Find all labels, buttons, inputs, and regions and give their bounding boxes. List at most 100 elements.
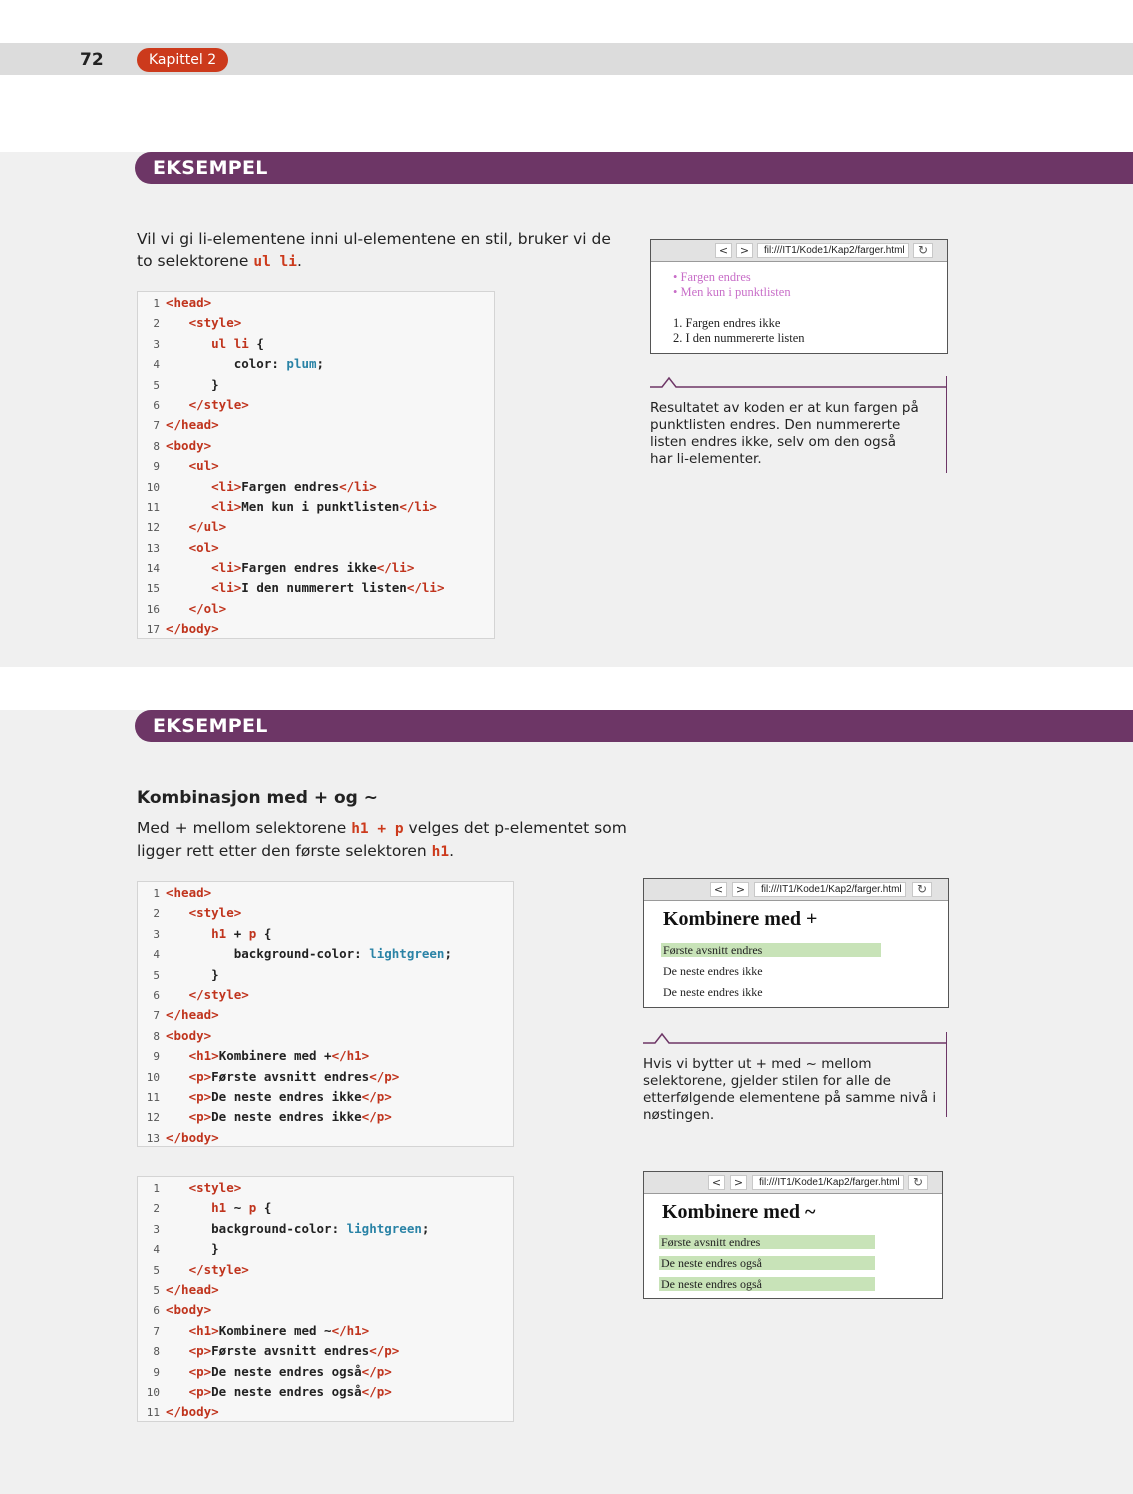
code-line: 1 <head> [138, 883, 513, 903]
line-number: 12 [146, 521, 160, 535]
preview-paragraph: De neste endres også [659, 1256, 875, 1270]
line-number: 4 [153, 948, 160, 962]
line-number: 7 [153, 419, 160, 433]
line-number: 11 [146, 1090, 160, 1104]
code-line: 3 background-color: lightgreen; [138, 1219, 513, 1239]
forward-arrow-icon[interactable]: > [736, 243, 753, 258]
line-number: 8 [153, 1345, 160, 1359]
code-line: 4 } [138, 1239, 513, 1259]
section-heading: Kombinasjon med + og ~ [137, 788, 378, 808]
note-text: Hvis vi bytter ut + med ~ mellom selekto… [643, 1056, 937, 1123]
browser-preview-3: < > fil:///IT1/Kode1/Kap2/farger.html ↻ … [643, 1171, 943, 1299]
list-item: • Men kun i punktlisten [673, 285, 791, 299]
url-field[interactable]: fil:///IT1/Kode1/Kap2/farger.html [752, 1175, 904, 1190]
code-line: 2 h1 ~ p { [138, 1198, 513, 1218]
code-line: 10 <p>De neste endres også</p> [138, 1382, 513, 1402]
back-arrow-icon[interactable]: < [715, 243, 732, 258]
code-line: 12 </ul> [138, 517, 494, 537]
line-number: 2 [153, 907, 160, 921]
line-number: 1 [153, 297, 160, 310]
code-block-plus-selector: 1 <head> 2 <style> 3 h1 + p {4 background-c… [137, 881, 514, 1147]
example2-intro: Med + mellom selektorene h1 + p velges d… [137, 819, 627, 860]
code-line: 2 <style> [138, 313, 494, 333]
back-arrow-icon[interactable]: < [710, 882, 727, 897]
example-banner-label: EKSEMPEL [153, 157, 268, 179]
code-line: 1 <style> [138, 1178, 513, 1198]
line-number: 1 [153, 887, 160, 900]
line-number: 13 [146, 1131, 160, 1145]
preview-paragraph: Første avsnitt endres [659, 1235, 875, 1249]
code-line: 1 <head> [138, 293, 494, 313]
line-number: 9 [153, 1050, 160, 1064]
line-number: 5 [153, 1283, 160, 1297]
code-line: 9 <h1>Kombinere med +</h1> [138, 1046, 513, 1066]
code-line: 11 <p>De neste endres ikke</p> [138, 1087, 513, 1107]
code-line: 5 </style> [138, 1260, 513, 1280]
line-number: 9 [153, 1365, 160, 1379]
note-callout-line [643, 1032, 947, 1044]
list-item: 1. Fargen endres ikke [673, 316, 781, 330]
code-line: 17 </body> [138, 619, 494, 639]
code-line: 10 <p>Første avsnitt endres</p> [138, 1067, 513, 1087]
line-number: 3 [153, 337, 160, 351]
code-line: 13 </body> [138, 1128, 513, 1148]
example-panel-1: EKSEMPEL Vil vi gi li-elementene inni ul… [0, 152, 1133, 667]
reload-icon[interactable]: ↻ [913, 243, 933, 258]
line-number: 7 [153, 1324, 160, 1338]
url-field[interactable]: fil:///IT1/Kode1/Kap2/farger.html [754, 882, 906, 897]
url-field[interactable]: fil:///IT1/Kode1/Kap2/farger.html [757, 243, 909, 258]
line-number: 11 [146, 500, 160, 514]
code-line: 8 <body> [138, 1026, 513, 1046]
browser-toolbar: < > fil:///IT1/Kode1/Kap2/farger.html ↻ [644, 879, 948, 901]
code-line: 10 <li>Fargen endres</li> [138, 477, 494, 497]
preview-paragraph: Første avsnitt endres [661, 943, 881, 957]
browser-preview-2: < > fil:///IT1/Kode1/Kap2/farger.html ↻ … [643, 878, 949, 1008]
back-arrow-icon[interactable]: < [708, 1175, 725, 1190]
list-item: 2. I den nummererte listen [673, 331, 805, 345]
line-number: 17 [146, 623, 160, 637]
reload-icon[interactable]: ↻ [912, 882, 932, 897]
line-number: 5 [153, 378, 160, 392]
line-number: 15 [146, 582, 160, 596]
code-line: 4 color: plum; [138, 354, 494, 374]
preview-paragraph: De neste endres også [659, 1277, 875, 1291]
line-number: 6 [153, 988, 160, 1002]
preview-paragraph: De neste endres ikke [663, 985, 763, 999]
forward-arrow-icon[interactable]: > [732, 882, 749, 897]
code-line: 5 </head> [138, 1280, 513, 1300]
line-number: 3 [153, 927, 160, 941]
browser-toolbar: < > fil:///IT1/Kode1/Kap2/farger.html ↻ [644, 1172, 942, 1194]
line-number: 10 [146, 1070, 160, 1084]
line-number: 5 [153, 968, 160, 982]
line-number: 6 [153, 398, 160, 412]
code-line: 6 </style> [138, 985, 513, 1005]
code-line: 11 </body> [138, 1402, 513, 1422]
code-line: 6 </style> [138, 395, 494, 415]
line-number: 10 [146, 1385, 160, 1399]
example-banner-label: EKSEMPEL [153, 715, 268, 737]
line-number: 5 [153, 1263, 160, 1277]
forward-arrow-icon[interactable]: > [730, 1175, 747, 1190]
line-number: 6 [153, 1304, 160, 1318]
line-number: 11 [146, 1406, 160, 1420]
code-line: 2 <style> [138, 903, 513, 923]
code-line: 11 <li>Men kun i punktlisten</li> [138, 497, 494, 517]
code-line: 14 <li>Fargen endres ikke</li> [138, 558, 494, 578]
reload-icon[interactable]: ↻ [908, 1175, 928, 1190]
explanation-note-1: Resultatet av koden er at kun fargen på … [650, 376, 947, 473]
line-number: 7 [153, 1009, 160, 1023]
line-number: 2 [153, 317, 160, 331]
code-line: 7 </head> [138, 1005, 513, 1025]
chapter-badge: Kapittel 2 [137, 48, 229, 72]
code-line: 13 <ol> [138, 538, 494, 558]
line-number: 14 [146, 562, 160, 576]
line-number: 9 [153, 460, 160, 474]
example1-intro: Vil vi gi li-elementene inni ul-elemente… [137, 230, 611, 270]
code-line: 8 <body> [138, 436, 494, 456]
code-line: 16 </ol> [138, 599, 494, 619]
list-item: • Fargen endres [673, 270, 751, 284]
example-banner: EKSEMPEL [135, 152, 1133, 184]
code-line: 7 </head> [138, 415, 494, 435]
browser-toolbar: < > fil:///IT1/Kode1/Kap2/farger.html ↻ [651, 240, 947, 262]
code-line: 6 <body> [138, 1300, 513, 1320]
